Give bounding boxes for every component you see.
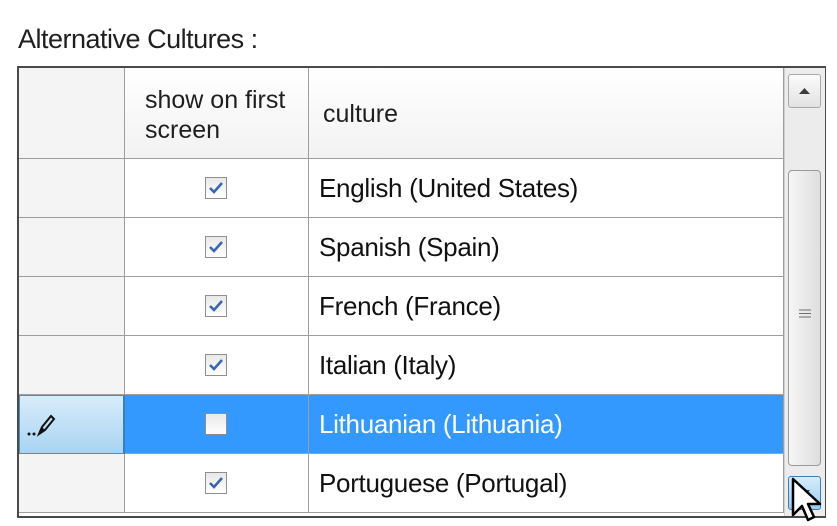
header-corner[interactable]: [19, 68, 125, 159]
culture-name: French (France): [319, 291, 501, 321]
column-header-label: show on first screen: [145, 86, 286, 144]
column-header-show-on-first-screen[interactable]: show on first screen: [125, 68, 309, 159]
table-row-selected[interactable]: Lithuanian (Lithuania): [19, 395, 784, 454]
culture-cell[interactable]: Portuguese (Portugal): [309, 454, 784, 513]
culture-name: English (United States): [319, 173, 579, 203]
show-on-first-screen-checkbox[interactable]: [205, 177, 227, 199]
culture-name: Lithuanian (Lithuania): [319, 409, 563, 439]
show-on-first-screen-checkbox[interactable]: [205, 354, 227, 376]
show-on-first-screen-checkbox[interactable]: [205, 472, 227, 494]
row-header[interactable]: [19, 395, 125, 454]
show-on-first-screen-cell[interactable]: [125, 454, 309, 513]
checkmark-icon: [209, 477, 223, 489]
checkmark-icon: [209, 241, 223, 253]
show-on-first-screen-cell[interactable]: [125, 277, 309, 336]
show-on-first-screen-checkbox[interactable]: [205, 413, 227, 435]
culture-name: Portuguese (Portugal): [319, 468, 568, 498]
pencil-icon: [26, 412, 60, 444]
grip-icon: [799, 309, 811, 318]
row-header[interactable]: [19, 277, 125, 336]
row-header[interactable]: [19, 218, 125, 277]
show-on-first-screen-cell[interactable]: [125, 159, 309, 218]
column-header-culture[interactable]: culture: [309, 68, 784, 159]
culture-cell[interactable]: English (United States): [309, 159, 784, 218]
checkmark-icon: [209, 182, 223, 194]
scroll-up-button[interactable]: [788, 74, 821, 108]
show-on-first-screen-cell[interactable]: [125, 336, 309, 395]
table-row[interactable]: Portuguese (Portugal): [19, 454, 784, 513]
show-on-first-screen-checkbox[interactable]: [205, 295, 227, 317]
table-row[interactable]: French (France): [19, 277, 784, 336]
row-header[interactable]: [19, 336, 125, 395]
culture-cell[interactable]: Italian (Italy): [309, 336, 784, 395]
checkmark-icon: [209, 300, 223, 312]
table-row[interactable]: English (United States): [19, 159, 784, 218]
show-on-first-screen-cell[interactable]: [125, 395, 309, 454]
arrow-up-icon: [799, 88, 810, 94]
row-header[interactable]: [19, 159, 125, 218]
alternative-cultures-label: Alternative Cultures :: [18, 24, 258, 54]
scrollbar-thumb[interactable]: [788, 170, 821, 466]
grid-header-row: show on first screen culture: [19, 68, 784, 159]
cultures-data-grid[interactable]: show on first screen culture English (Un…: [17, 66, 826, 518]
vertical-scrollbar[interactable]: [784, 68, 825, 516]
culture-cell[interactable]: Spanish (Spain): [309, 218, 784, 277]
culture-name: Spanish (Spain): [319, 232, 500, 262]
row-header[interactable]: [19, 454, 125, 513]
show-on-first-screen-cell[interactable]: [125, 218, 309, 277]
checkmark-icon: [209, 359, 223, 371]
culture-cell[interactable]: French (France): [309, 277, 784, 336]
table-row[interactable]: Spanish (Spain): [19, 218, 784, 277]
culture-cell[interactable]: Lithuanian (Lithuania): [309, 395, 784, 454]
table-row[interactable]: Italian (Italy): [19, 336, 784, 395]
mouse-pointer-icon: [791, 477, 822, 522]
culture-name: Italian (Italy): [319, 350, 457, 380]
show-on-first-screen-checkbox[interactable]: [205, 236, 227, 258]
column-header-label: culture: [323, 100, 399, 128]
